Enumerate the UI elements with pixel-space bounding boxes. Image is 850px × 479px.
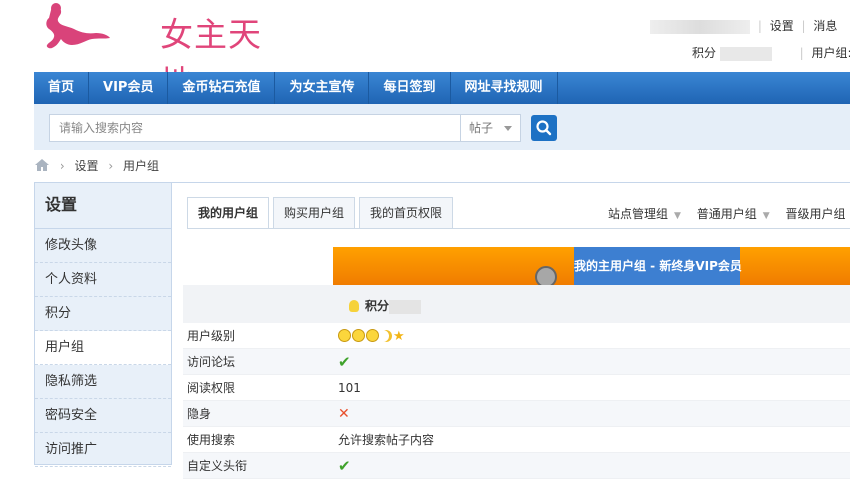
main-group-label: 我的主用户组 - 新终身VIP会员 [574,247,742,285]
smiley-icon [366,329,379,342]
prop-row: 用户级别 ★ [183,323,850,349]
menu-admin-groups[interactable]: 站点管理组 [608,207,668,221]
tab-buy-usergroup[interactable]: 购买用户组 [273,197,356,229]
search-button[interactable] [531,115,557,141]
user-status: 积分 | 用户组: 新 [692,46,850,61]
tab-my-usergroup[interactable]: 我的用户组 [187,197,270,229]
score-value [719,46,772,61]
score-row-value [389,299,422,314]
search-icon [536,120,552,136]
nav-item-recharge[interactable]: 金币钻石充值 [168,72,276,104]
breadcrumb: › 设置 › 用户组 [34,156,159,176]
user-level-icons: ★ [338,323,405,350]
sidebar-item-privacy[interactable]: 隐私筛选 [35,365,171,399]
check-icon: ✔ [338,353,351,371]
score-label: 积分 [692,46,717,60]
check-icon: ✔ [338,457,351,475]
prop-label: 隐身 [187,407,212,421]
breadcrumb-usergroup[interactable]: 用户组 [123,159,159,173]
site-header: 女主天地 | 设置 | 消息 积分 | 用户组: 新 [0,0,850,102]
sidebar-item-promotion[interactable]: 访问推广 [35,433,171,467]
search-type-select[interactable]: 帖子 [461,114,521,142]
breadcrumb-settings[interactable]: 设置 [74,159,98,173]
score-row-label: 积分 [365,299,390,313]
prop-row: 使用搜索 允许搜索帖子内容 [183,427,850,453]
nav-item-home[interactable]: 首页 [34,72,90,104]
site-logo[interactable]: 女主天地 [34,2,284,102]
prop-label: 用户级别 [187,329,236,343]
sidebar-item-credits[interactable]: 积分 [35,297,171,331]
sidebar-item-avatar[interactable]: 修改头像 [35,229,171,263]
prop-label: 阅读权限 [187,381,236,395]
sidebar-item-password[interactable]: 密码安全 [35,399,171,433]
search-bar: 请输入搜索内容 帖子 [34,104,850,150]
tab-homepage-permissions[interactable]: 我的首页权限 [359,197,454,229]
settings-link[interactable]: 设置 [770,19,794,33]
chevron-down-icon: ▼ [674,211,681,221]
prop-value: 允许搜索帖子内容 [338,433,435,447]
moon-icon [380,330,392,342]
tab-bar: 我的用户组 购买用户组 我的首页权限 [187,197,457,229]
smiley-icon [352,329,365,342]
username[interactable] [650,19,750,34]
logo-figure-icon [46,3,110,49]
score-row: 积分 [183,285,850,323]
nav-item-vip[interactable]: VIP会员 [89,72,169,104]
prop-row: 自定义头衔 ✔ [183,453,850,479]
prop-label: 访问论坛 [187,355,236,369]
main-nav: 首页 VIP会员 金币钻石充值 为女主宣传 每日签到 网址寻找规则 [34,72,850,104]
cross-icon: ✕ [338,406,350,422]
sidebar-item-profile[interactable]: 个人资料 [35,263,171,297]
bulb-icon [349,300,359,312]
prop-value: 101 [338,381,361,395]
prop-label: 使用搜索 [187,433,236,447]
search-input[interactable]: 请输入搜索内容 [49,114,461,142]
sidebar-item-usergroup[interactable]: 用户组 [35,331,171,365]
settings-sidebar: 设置 修改头像 个人资料 积分 用户组 隐私筛选 密码安全 访问推广 [34,182,172,467]
smiley-icon [338,329,351,342]
chevron-down-icon [504,126,512,131]
prop-row: 隐身 ✕ [183,401,850,427]
main-content: 我的用户组 购买用户组 我的首页权限 站点管理组 ▼ 普通用户组 ▼ 晋级用户组 我… [172,182,850,479]
user-top-links: | 设置 | 消息 [650,17,837,34]
prop-row: 阅读权限 101 [183,375,850,401]
nav-item-checkin[interactable]: 每日签到 [369,72,451,104]
star-icon: ★ [393,329,405,344]
menu-promoted-groups[interactable]: 晋级用户组 [786,207,846,221]
messages-link[interactable]: 消息 [813,19,837,33]
nav-item-url-rules[interactable]: 网址寻找规则 [451,72,558,104]
group-label: 用户组: [811,46,850,60]
prop-row: 访问论坛 ✔ [183,349,850,375]
search-type-label: 帖子 [469,121,494,135]
menu-normal-groups[interactable]: 普通用户组 [697,207,757,221]
chevron-down-icon: ▼ [762,211,770,221]
prop-label: 自定义头衔 [187,459,248,473]
home-icon[interactable] [34,158,50,172]
group-type-menu: 站点管理组 ▼ 普通用户组 ▼ 晋级用户组 [608,205,846,222]
sidebar-title: 设置 [35,183,171,229]
nav-item-promote[interactable]: 为女主宣传 [275,72,370,104]
